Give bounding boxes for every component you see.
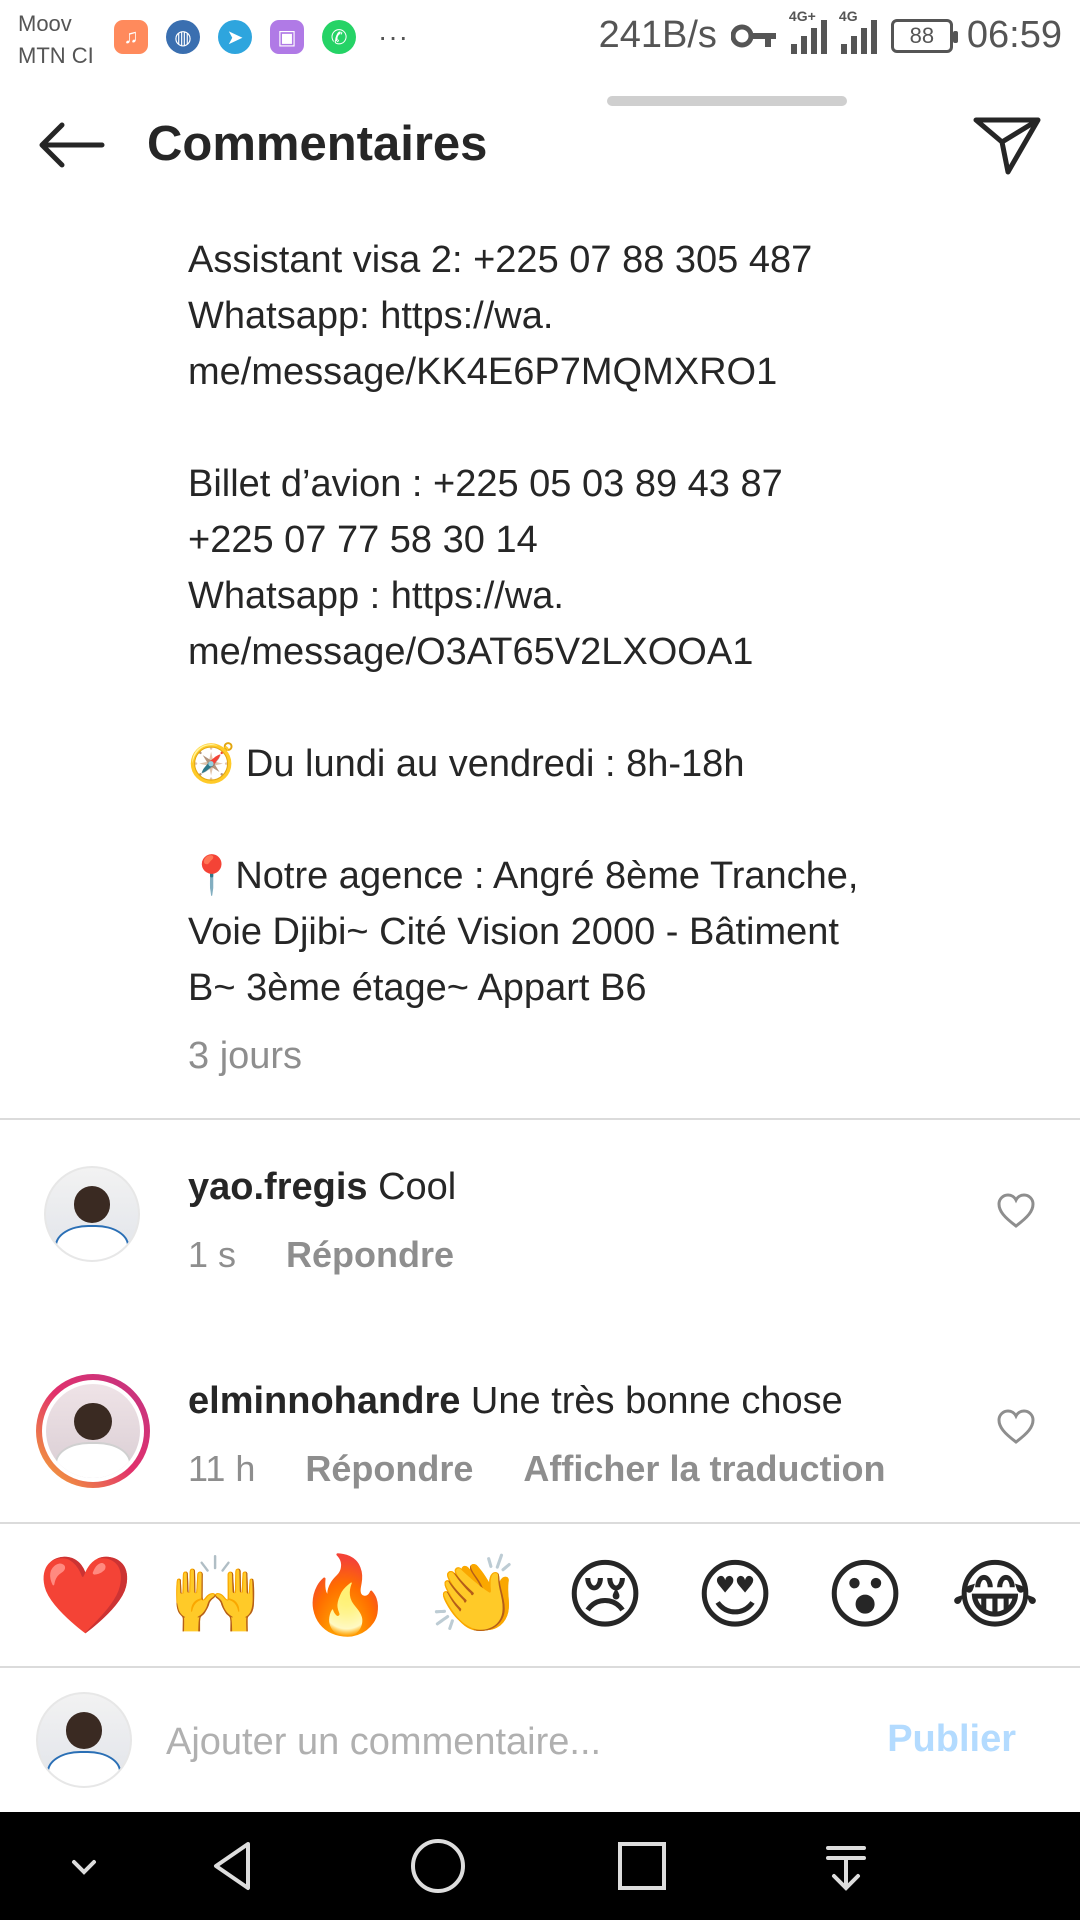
emoji-clapping[interactable]: 👏 (428, 1558, 523, 1634)
comment-body: yao.fregis Cool (188, 1166, 456, 1209)
caption-divider (0, 1118, 1080, 1120)
reply-button[interactable]: Répondre (286, 1234, 454, 1276)
carrier-1: Moov (18, 11, 72, 36)
nav-home-icon[interactable] (408, 1836, 468, 1896)
caption-line[interactable]: me/message/O3AT65V2LXOOA1 (188, 624, 988, 680)
comment-text: Une très bonne chose (460, 1380, 843, 1422)
caption-line: +225 07 77 58 30 14 (188, 519, 538, 561)
notification-shade-icon[interactable] (816, 1836, 876, 1896)
address-text: Notre agence : Angré 8ème Tranche, (235, 855, 859, 897)
telegram-icon: ➤ (218, 20, 252, 54)
emoji-raised-hands[interactable]: 🙌 (168, 1558, 263, 1634)
comment-input[interactable] (166, 1712, 846, 1772)
caption-timestamp: 3 jours (188, 1035, 303, 1077)
sim1-network-type: 4G+ (788, 7, 816, 24)
emoji-heart-eyes[interactable]: 😍 (688, 1558, 782, 1634)
battery-icon: 88 (890, 18, 958, 53)
caption-line: 📍Notre agence : Angré 8ème Tranche, (188, 848, 988, 904)
browser-icon: ◍ (166, 20, 200, 54)
post-caption: Assistant visa 2: +225 07 88 305 487 Wha… (188, 232, 988, 1084)
music-icon: ♫ (114, 20, 148, 54)
vpn-key-icon (730, 24, 776, 47)
emoji-heart[interactable]: ❤️ (38, 1558, 133, 1634)
back-arrow-icon[interactable] (36, 120, 106, 170)
pin-icon: 📍 (188, 855, 236, 897)
caption-hours: 🧭 Du lundi au vendredi : 8h-18h (188, 736, 988, 792)
caption-line: Assistant visa 2: +225 07 88 305 487 (188, 239, 813, 281)
compass-icon: 🧭 (188, 743, 236, 785)
nav-back-icon[interactable] (204, 1836, 264, 1896)
gallery-icon: ▣ (270, 20, 304, 54)
emoji-laughing[interactable]: 😂 (948, 1558, 1042, 1634)
emoji-fire[interactable]: 🔥 (298, 1558, 393, 1634)
header: Commentaires (0, 100, 1080, 190)
status-bar: Moov MTN CI ♫ ◍ ➤ ▣ ✆ ··· 241B/s 4G+ 4G … (0, 0, 1080, 74)
reply-button[interactable]: Répondre (305, 1448, 473, 1490)
signal-sim2-icon: 4G (839, 8, 877, 54)
comment-item: elminnohandre Une très bonne chose 11 h … (0, 1370, 1080, 1510)
network-speed: 241B/s (598, 14, 717, 56)
caption-line[interactable]: me/message/KK4E6P7MQMXRO1 (188, 344, 988, 400)
current-user-avatar (36, 1692, 132, 1788)
system-navigation-bar (0, 1812, 1080, 1920)
caption-line[interactable]: Whatsapp : https://wa. (188, 568, 988, 624)
like-heart-icon[interactable] (996, 1408, 1036, 1446)
carrier-names: Moov MTN CI (18, 8, 94, 72)
comment-time: 11 h (188, 1448, 256, 1489)
avatar-with-story-ring[interactable] (36, 1374, 150, 1488)
caption-line[interactable]: Whatsapp: https://wa. (188, 288, 988, 344)
battery-level: 88 (909, 22, 935, 48)
more-notifications-icon: ··· (378, 21, 409, 52)
comment-username[interactable]: yao.fregis (188, 1166, 368, 1208)
emoji-crying[interactable]: 😢 (558, 1558, 652, 1634)
caption-line: Voie Djibi~ Cité Vision 2000 - Bâtiment (188, 911, 839, 953)
clock: 06:59 (966, 14, 1062, 56)
page-title: Commentaires (147, 117, 488, 171)
comment-composer: Publier (0, 1668, 1080, 1812)
notification-icons: ♫ ◍ ➤ ▣ ✆ ··· (114, 20, 409, 54)
whatsapp-icon: ✆ (322, 20, 356, 54)
emoji-surprised[interactable]: 😮 (818, 1558, 912, 1634)
sim2-network-type: 4G (838, 7, 858, 24)
avatar[interactable] (44, 1166, 140, 1262)
comment-meta: 11 h Répondre Afficher la traduction (188, 1448, 885, 1490)
signal-sim1-icon: 4G+ (789, 8, 827, 54)
comment-username[interactable]: elminnohandre (188, 1380, 460, 1422)
carrier-2: MTN CI (18, 43, 94, 68)
comment-meta: 1 s Répondre (188, 1234, 454, 1276)
translate-button[interactable]: Afficher la traduction (523, 1448, 885, 1490)
share-send-icon[interactable] (972, 112, 1042, 176)
nav-recents-icon[interactable] (612, 1836, 672, 1896)
caption-line: B~ 3ème étage~ Appart B6 (188, 967, 647, 1009)
comment-body: elminnohandre Une très bonne chose (188, 1380, 843, 1423)
like-heart-icon[interactable] (996, 1192, 1036, 1230)
hours-text: Du lundi au vendredi : 8h-18h (235, 743, 745, 785)
comment-item: yao.fregis Cool 1 s Répondre (0, 1160, 1080, 1300)
publish-button[interactable]: Publier (887, 1718, 1016, 1761)
comment-text: Cool (367, 1166, 457, 1208)
comment-time: 1 s (188, 1234, 237, 1275)
chevron-down-icon[interactable] (54, 1836, 114, 1896)
caption-line: Billet d’avion : +225 05 03 89 43 87 (188, 463, 783, 505)
emoji-quick-bar: ❤️ 🙌 🔥 👏 😢 😍 😮 😂 (0, 1524, 1080, 1668)
status-right: 241B/s 4G+ 4G 88 06:59 (598, 8, 1062, 57)
